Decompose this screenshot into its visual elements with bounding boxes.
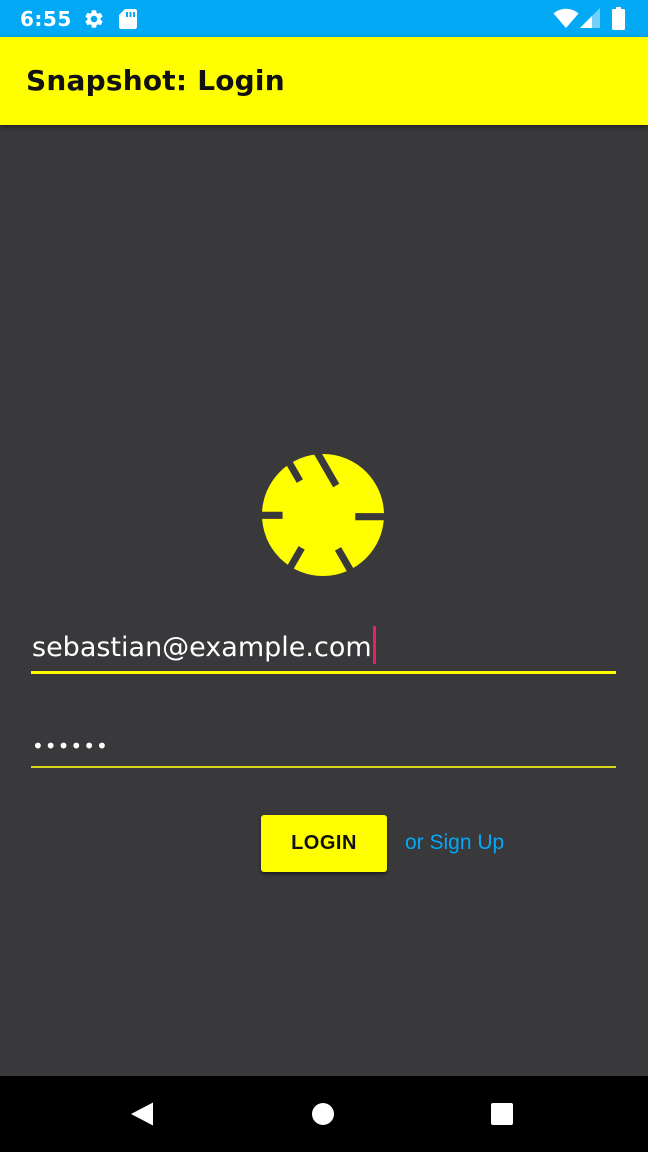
page-title: Snapshot: Login [26, 64, 285, 97]
password-input-value[interactable]: •••••• [32, 734, 109, 758]
status-time: 6:55 [20, 7, 72, 31]
back-icon[interactable] [102, 1076, 182, 1152]
sd-card-icon [118, 8, 138, 34]
settings-icon [83, 8, 105, 34]
password-field[interactable]: •••••• [31, 728, 616, 768]
email-input-value[interactable]: sebastian@example.com [32, 625, 376, 664]
sign-up-link[interactable]: or Sign Up [405, 831, 504, 855]
battery-icon [612, 7, 625, 34]
text-cursor [372, 625, 376, 664]
recents-icon[interactable] [462, 1076, 542, 1152]
status-bar: 6:55 [0, 0, 648, 37]
wifi-icon [553, 7, 579, 33]
login-screen: 6:55 Snapshot: Login sebastian@example.c… [0, 0, 648, 1152]
camera-aperture-icon [262, 454, 384, 576]
home-icon[interactable] [283, 1076, 363, 1152]
app-bar: Snapshot: Login [0, 37, 648, 125]
login-button[interactable]: LOGIN [261, 815, 387, 872]
login-button-label: LOGIN [291, 832, 357, 854]
cell-signal-icon [579, 7, 601, 33]
password-field-underline [31, 766, 616, 768]
email-field-underline [31, 671, 616, 674]
email-field[interactable]: sebastian@example.com [31, 625, 616, 674]
navigation-bar [0, 1076, 648, 1152]
